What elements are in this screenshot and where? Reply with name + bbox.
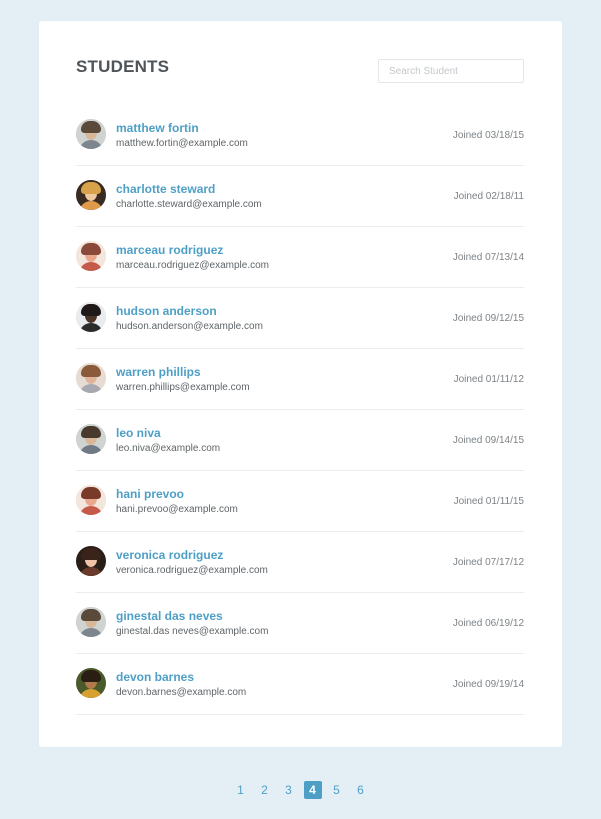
avatar[interactable] <box>76 363 106 393</box>
student-name[interactable]: marceau rodriguez <box>116 244 223 256</box>
student-row[interactable]: hudson anderson hudson.anderson@example.… <box>76 288 524 349</box>
student-row[interactable]: matthew fortin matthew.fortin@example.co… <box>76 105 524 166</box>
student-email: matthew.fortin@example.com <box>116 138 248 149</box>
joined-date: Joined 06/19/12 <box>452 618 524 629</box>
student-row[interactable]: devon barnes devon.barnes@example.com Jo… <box>76 654 524 715</box>
pagination: 123456 <box>0 781 601 799</box>
page-4-link[interactable]: 4 <box>303 781 322 799</box>
avatar-hair <box>81 548 101 560</box>
avatar[interactable] <box>76 485 106 515</box>
avatar[interactable] <box>76 546 106 576</box>
avatar-hair <box>81 365 101 377</box>
page-1-link[interactable]: 1 <box>232 781 250 799</box>
joined-date: Joined 07/17/12 <box>452 557 524 568</box>
page-title: STUDENTS <box>76 57 170 76</box>
student-row[interactable]: hani prevoo hani.prevoo@example.com Join… <box>76 471 524 532</box>
student-row[interactable]: warren phillips warren.phillips@example.… <box>76 349 524 410</box>
student-name[interactable]: leo niva <box>116 427 161 439</box>
avatar[interactable] <box>76 241 106 271</box>
student-name[interactable]: hani prevoo <box>116 488 184 500</box>
student-row[interactable]: leo niva leo.niva@example.com Joined 09/… <box>76 410 524 471</box>
avatar-hair <box>81 182 101 194</box>
joined-date: Joined 07/13/14 <box>452 252 524 263</box>
student-email: marceau.rodriguez@example.com <box>116 260 269 271</box>
student-email: veronica.rodriguez@example.com <box>116 565 268 576</box>
student-name[interactable]: ginestal das neves <box>116 610 223 622</box>
avatar[interactable] <box>76 607 106 637</box>
joined-date: Joined 03/18/15 <box>452 130 524 141</box>
student-name[interactable]: hudson anderson <box>116 305 217 317</box>
avatar[interactable] <box>76 424 106 454</box>
student-email: leo.niva@example.com <box>116 443 221 454</box>
student-name[interactable]: warren phillips <box>116 366 201 378</box>
students-card: STUDENTS matthew fortin matthew.fortin@e… <box>39 21 562 747</box>
student-email: hani.prevoo@example.com <box>116 504 238 515</box>
joined-date: Joined 02/18/11 <box>453 191 524 202</box>
student-name[interactable]: veronica rodriguez <box>116 549 223 561</box>
avatar-hair <box>81 487 101 499</box>
avatar-hair <box>81 426 101 438</box>
avatar[interactable] <box>76 668 106 698</box>
avatar-hair <box>81 304 101 316</box>
page-6-link[interactable]: 6 <box>352 781 370 799</box>
student-list: matthew fortin matthew.fortin@example.co… <box>76 105 524 715</box>
student-email: warren.phillips@example.com <box>116 382 250 393</box>
student-row[interactable]: ginestal das neves ginestal.das neves@ex… <box>76 593 524 654</box>
page-5-link[interactable]: 5 <box>328 781 346 799</box>
page-3-link[interactable]: 3 <box>280 781 298 799</box>
joined-date: Joined 09/14/15 <box>452 435 524 446</box>
student-row[interactable]: marceau rodriguez marceau.rodriguez@exam… <box>76 227 524 288</box>
student-email: devon.barnes@example.com <box>116 687 247 698</box>
avatar-hair <box>81 609 101 621</box>
joined-date: Joined 01/11/12 <box>453 374 524 385</box>
avatar[interactable] <box>76 180 106 210</box>
student-name[interactable]: charlotte steward <box>116 183 215 195</box>
avatar-hair <box>81 670 101 682</box>
page-2-link[interactable]: 2 <box>256 781 274 799</box>
avatar[interactable] <box>76 302 106 332</box>
student-email: ginestal.das neves@example.com <box>116 626 269 637</box>
student-row[interactable]: veronica rodriguez veronica.rodriguez@ex… <box>76 532 524 593</box>
card-header: STUDENTS <box>76 58 524 86</box>
student-name[interactable]: matthew fortin <box>116 122 199 134</box>
student-row[interactable]: charlotte steward charlotte.steward@exam… <box>76 166 524 227</box>
avatar-hair <box>81 121 101 133</box>
student-name[interactable]: devon barnes <box>116 671 194 683</box>
search-input[interactable] <box>378 59 524 83</box>
avatar[interactable] <box>76 119 106 149</box>
student-email: hudson.anderson@example.com <box>116 321 263 332</box>
joined-date: Joined 09/19/14 <box>452 679 524 690</box>
avatar-hair <box>81 243 101 255</box>
joined-date: Joined 01/11/15 <box>453 496 524 507</box>
student-email: charlotte.steward@example.com <box>116 199 262 210</box>
joined-date: Joined 09/12/15 <box>452 313 524 324</box>
